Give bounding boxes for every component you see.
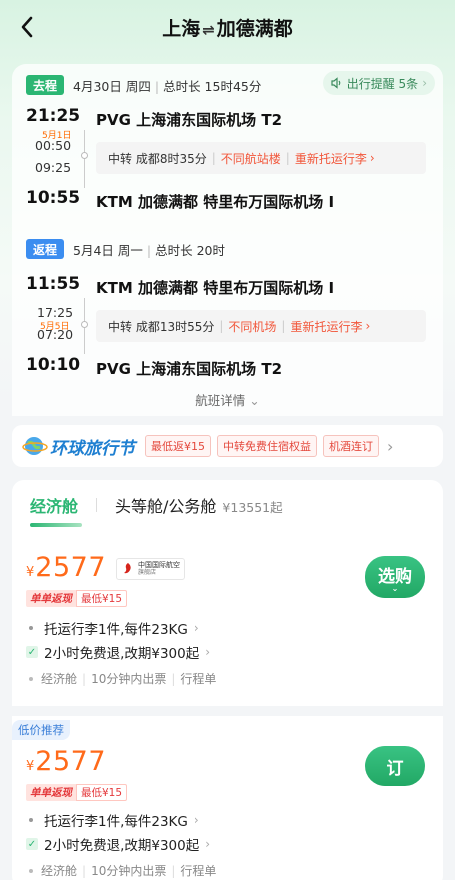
travel-reminder-button[interactable]: 出行提醒 5条 › [322, 71, 435, 95]
cabin-tabs: 经济舱 头等舱/公务舱 ¥13551起 [12, 480, 443, 530]
check-icon: ✓ [26, 838, 38, 850]
offer-price: ¥ 2577 [26, 746, 106, 777]
itinerary-card: 去程 4月30日 周四 | 总时长 15时45分 出行提醒 5条 › 21:25 P… [12, 64, 443, 416]
promo-title: 环球旅行节 [50, 438, 135, 459]
outbound-transfer[interactable]: 中转 成都8时35分 | 不同航站楼 | 重新托运行李 › [96, 142, 426, 174]
return-stop-arr: 17:25 [37, 305, 74, 320]
tab-indicator [30, 523, 83, 527]
baggage-feature[interactable]: 托运行李1件,每件23KG › [26, 810, 199, 830]
outbound-dep-time: 21:25 [26, 106, 81, 126]
chevron-right-icon: › [193, 621, 199, 635]
reminder-label: 出行提醒 5条 [346, 76, 419, 91]
chevron-right-icon: › [365, 319, 371, 333]
low-price-tag: 低价推荐 [12, 720, 70, 740]
tab-divider [96, 498, 98, 512]
rebate-badge[interactable]: 单单返现 最低¥15 [26, 590, 128, 607]
globe-icon [22, 437, 48, 455]
terminal-warning: 不同航站楼 [220, 151, 281, 166]
recheck-baggage-warning: 重新托运行李 [294, 151, 367, 166]
airport-warning: 不同机场 [228, 319, 277, 334]
chevron-right-icon: › [387, 436, 394, 456]
return-dep-airport: KTM 加德满都 特里布万国际机场 I [96, 279, 335, 297]
promo-tag: 最低返¥15 [145, 435, 211, 457]
outbound-timeline [84, 130, 85, 188]
outbound-stop-dot [81, 152, 88, 159]
baggage-feature[interactable]: 托运行李1件,每件23KG › [26, 618, 199, 638]
return-dep-time: 11:55 [26, 274, 81, 294]
speaker-icon [331, 77, 341, 89]
offer-meta: 经济舱 | 10分钟内出票 | 行程单 [26, 670, 216, 687]
outbound-stop-arr: 00:50 [35, 138, 72, 153]
chevron-right-icon: › [205, 645, 211, 659]
return-stop-dep: 07:20 [37, 327, 74, 342]
check-icon: ✓ [26, 646, 38, 658]
section-divider [0, 706, 455, 716]
outbound-tag: 去程 [26, 75, 65, 95]
tab-first-business[interactable]: 头等舱/公务舱 ¥13551起 [115, 493, 283, 517]
air-china-logo-icon [124, 563, 131, 574]
return-transfer[interactable]: 中转 成都13时55分 | 不同机场 | 重新托运行李 › [96, 310, 426, 342]
tab-economy[interactable]: 经济舱 [30, 493, 83, 527]
outbound-dep-airport: PVG 上海浦东国际机场 T2 [96, 111, 283, 129]
return-arr-airport: PVG 上海浦东国际机场 T2 [96, 360, 283, 378]
outbound-arr-airport: KTM 加德满都 特里布万国际机场 I [96, 193, 335, 211]
chevron-down-icon: ⌄ [249, 393, 260, 408]
refund-feature[interactable]: ✓ 2小时免费退,改期¥300起 › [26, 642, 210, 662]
chevron-right-icon: › [193, 813, 199, 827]
chevron-down-icon: ⌄ [391, 584, 399, 593]
outbound-arr-time: 10:55 [26, 188, 81, 208]
chevron-right-icon: › [205, 837, 211, 851]
rebate-badge[interactable]: 单单返现 最低¥15 [26, 784, 128, 801]
flight-detail-toggle[interactable]: 航班详情 ⌄ [12, 390, 443, 409]
nav-header: 上海 ⇌ 加德满都 [0, 0, 455, 56]
outbound-info: 4月30日 周四 | 总时长 15时45分 [73, 78, 262, 94]
offer-meta: 经济舱 | 10分钟内出票 | 行程单 [26, 862, 216, 879]
outbound-stop-dep: 09:25 [35, 160, 72, 175]
promo-logo: 环球旅行节 [22, 434, 135, 459]
page-title: 上海 ⇌ 加德满都 [0, 14, 455, 41]
origin-city: 上海 [162, 18, 201, 40]
promo-tag: 机酒连订 [323, 435, 379, 457]
outbound-header: 去程 4月30日 周四 | 总时长 15时45分 [26, 74, 261, 96]
offer-card[interactable]: 低价推荐 ¥ 2577 单单返现 最低¥15 托运行李1件,每件23KG › ✓… [12, 716, 443, 880]
round-trip-icon: ⇌ [202, 21, 215, 39]
return-header: 返程 5月4日 周一 | 总时长 20时 [26, 238, 225, 260]
offer-price: ¥ 2577 [26, 552, 106, 583]
return-stop-dot [81, 321, 88, 328]
return-tag: 返程 [26, 239, 65, 259]
refund-feature[interactable]: ✓ 2小时免费退,改期¥300起 › [26, 834, 210, 854]
return-info: 5月4日 周一 | 总时长 20时 [73, 242, 226, 258]
destination-city: 加德满都 [216, 18, 293, 40]
book-button[interactable]: 订 [365, 746, 425, 786]
chevron-right-icon: › [369, 151, 375, 165]
offer-card[interactable]: ¥ 2577 中国国际航空 旗舰店 单单返现 最低¥15 托运行李1件,每件23K… [12, 538, 443, 694]
recheck-baggage-warning: 重新托运行李 [290, 319, 363, 334]
select-buy-button[interactable]: 选购 ⌄ [365, 556, 425, 598]
promo-banner[interactable]: 环球旅行节 最低返¥15 中转免费住宿权益 机酒连订 › [12, 425, 443, 467]
airline-name: 中国国际航空 [138, 561, 180, 569]
first-class-price: ¥13551起 [222, 500, 283, 515]
cabin-card: 经济舱 头等舱/公务舱 ¥13551起 ¥ 2577 中国国际航空 旗舰店 单单返… [0, 480, 455, 880]
chevron-right-icon: › [422, 76, 427, 90]
return-arr-time: 10:10 [26, 355, 81, 375]
airline-logo: 中国国际航空 旗舰店 [116, 558, 185, 580]
promo-tag: 中转免费住宿权益 [217, 435, 317, 457]
